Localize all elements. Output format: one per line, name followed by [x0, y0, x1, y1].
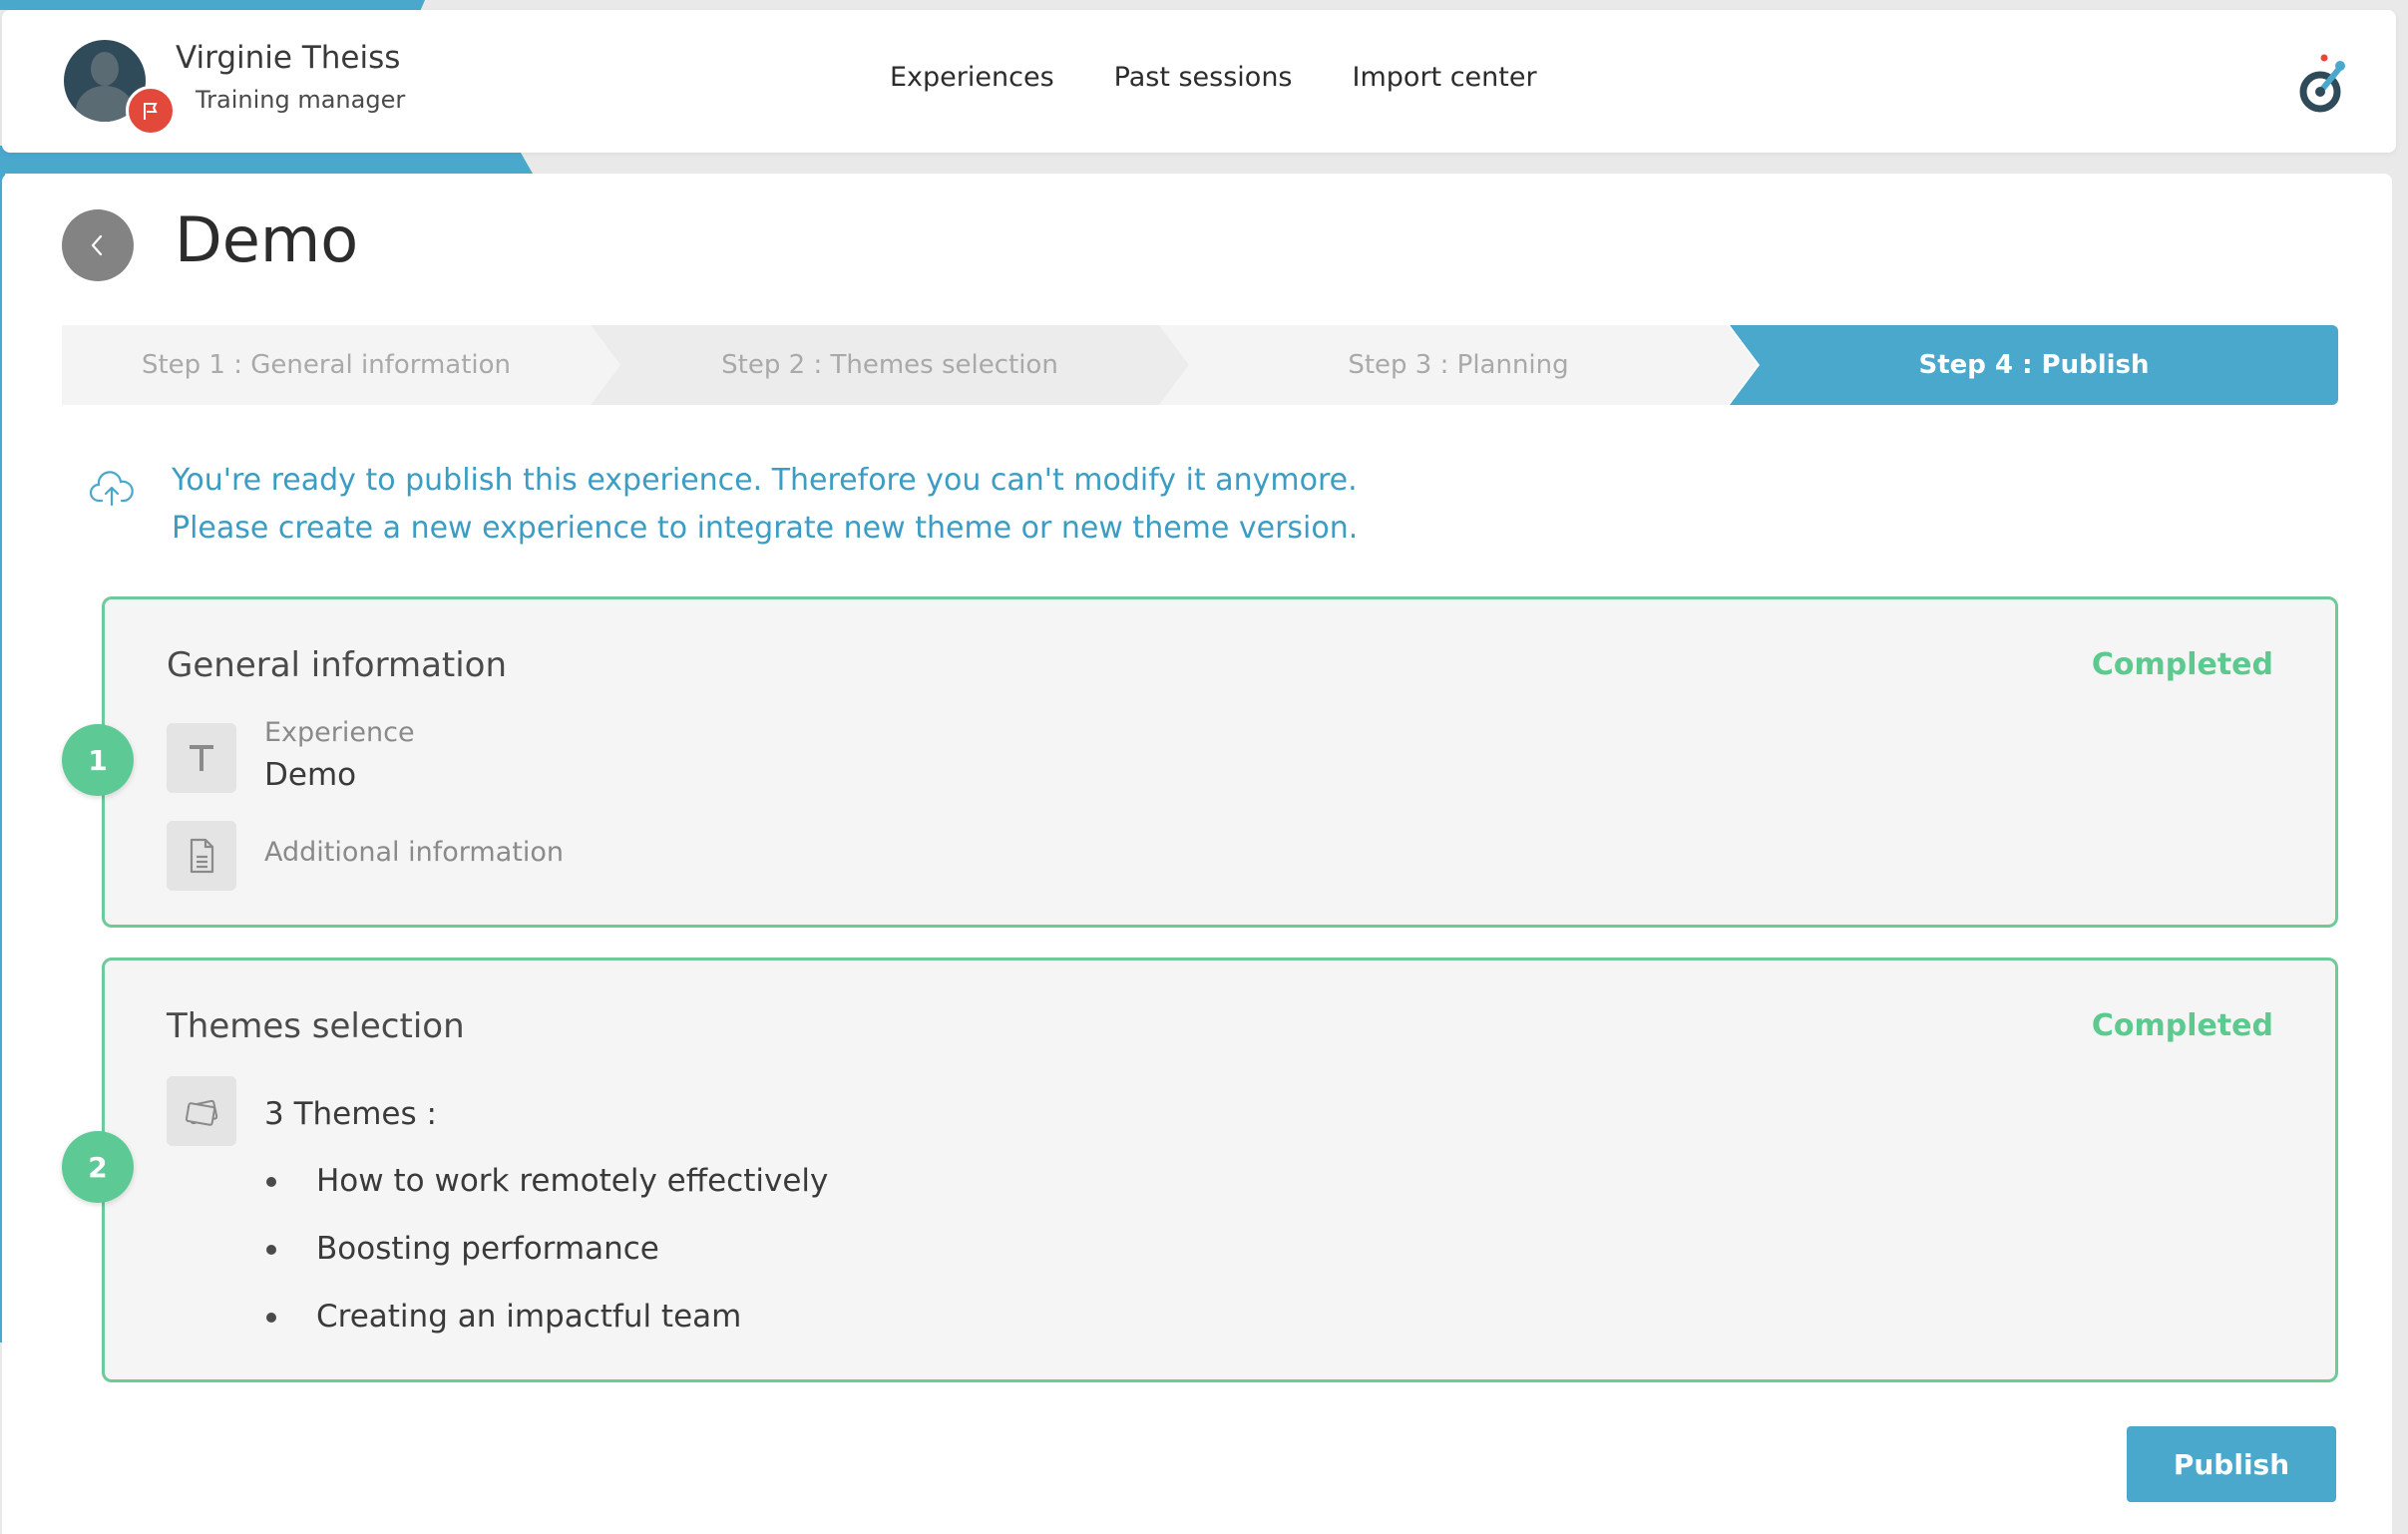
list-item: Creating an impactful team: [264, 1292, 828, 1359]
user-role: Training manager: [196, 86, 406, 114]
avatar-head: [91, 52, 119, 86]
main-nav: Experiences Past sessions Import center: [890, 62, 1537, 93]
general-information-card: General information Completed Experience…: [102, 596, 2338, 928]
section-number-2: 2: [62, 1131, 134, 1203]
document-icon-graphic: [190, 838, 214, 874]
list-item: How to work remotely effectively: [264, 1156, 828, 1224]
cards-icon: [167, 1076, 236, 1146]
themes-count: 3 Themes :: [264, 1096, 437, 1132]
section-number-1: 1: [62, 724, 134, 796]
nav-item-import-center[interactable]: Import center: [1353, 62, 1537, 93]
step-planning[interactable]: Step 3 : Planning: [1159, 325, 1758, 405]
main-panel: Demo Step 1 : General information Step 2…: [2, 174, 2392, 1534]
page-title: Demo: [175, 203, 359, 276]
document-icon: [167, 821, 236, 891]
app-header: Virginie Theiss Training manager Experie…: [2, 10, 2396, 153]
publish-button[interactable]: Publish: [2127, 1426, 2336, 1502]
brand-logo-icon[interactable]: [2296, 52, 2352, 116]
nav-item-experiences[interactable]: Experiences: [890, 62, 1054, 93]
text-icon-graphic: [190, 745, 213, 771]
avatar-body: [76, 86, 134, 122]
cards-icon-graphic: [185, 1099, 218, 1126]
nav-item-past-sessions[interactable]: Past sessions: [1114, 62, 1293, 93]
notice-line-2: Please create a new experience to integr…: [172, 511, 1359, 546]
user-name: Virginie Theiss: [176, 40, 401, 76]
back-button[interactable]: [62, 209, 134, 281]
notice-line-1: You're ready to publish this experience.…: [172, 463, 1358, 498]
status-badge: Completed: [2091, 647, 2273, 682]
step-general-information[interactable]: Step 1 : General information: [62, 325, 620, 405]
cloud-upload-icon: [90, 471, 134, 507]
card-title: Themes selection: [167, 1006, 465, 1046]
step-publish[interactable]: Step 4 : Publish: [1730, 325, 2338, 405]
experience-label: Experience: [264, 717, 415, 748]
stepper: Step 1 : General information Step 2 : Th…: [62, 325, 2338, 405]
chevron-left-icon: [91, 234, 103, 256]
step-themes-selection[interactable]: Step 2 : Themes selection: [591, 325, 1189, 405]
card-title: General information: [167, 645, 508, 685]
theme-list: How to work remotely effectively Boostin…: [264, 1156, 828, 1359]
top-accent-bar: [0, 0, 2408, 10]
additional-information-label: Additional information: [264, 837, 564, 868]
experience-value: Demo: [264, 757, 357, 793]
flag-icon: [126, 86, 176, 136]
status-badge: Completed: [2091, 1008, 2273, 1043]
themes-selection-card: Themes selection Completed 3 Themes : Ho…: [102, 958, 2338, 1382]
list-item: Boosting performance: [264, 1224, 828, 1292]
flag-icon-graphic: [144, 103, 158, 120]
text-icon: [167, 723, 236, 793]
